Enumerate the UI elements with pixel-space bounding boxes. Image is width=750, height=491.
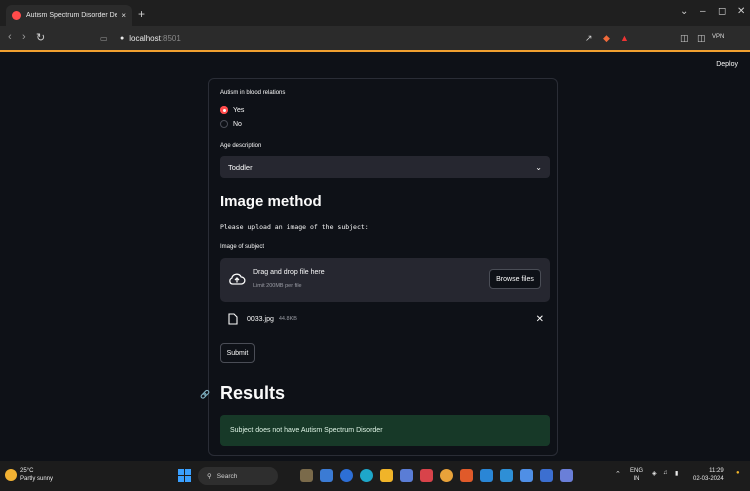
battery-icon[interactable]: ▮ bbox=[675, 470, 678, 477]
file-size: 44.8KB bbox=[278, 316, 297, 322]
bookmark-icon[interactable]: ▭ bbox=[100, 34, 108, 43]
minimize-button[interactable]: – bbox=[700, 6, 706, 17]
chat-icon[interactable] bbox=[340, 469, 353, 482]
temperature: 25°C bbox=[20, 468, 34, 474]
sidebar-icon[interactable]: ◫ bbox=[680, 33, 689, 44]
site-info-icon[interactable]: ● bbox=[120, 35, 124, 42]
weather-text: Partly sunny bbox=[20, 476, 54, 482]
store-icon[interactable] bbox=[400, 469, 413, 482]
uploader-label: Image of subject bbox=[220, 244, 265, 250]
cloud-upload-icon bbox=[229, 273, 246, 285]
uploaded-file-row: 0033.jpg 44.8KB ✕ bbox=[228, 311, 546, 327]
app-icon-4[interactable] bbox=[540, 469, 553, 482]
language-line1: ENG bbox=[630, 468, 644, 474]
file-icon bbox=[228, 313, 238, 325]
tab-close-icon[interactable]: × bbox=[121, 11, 126, 20]
app-page: Deploy Autism in blood relations Yes No … bbox=[0, 53, 750, 461]
url-port: :8501 bbox=[160, 34, 181, 43]
new-tab-button[interactable]: + bbox=[138, 7, 145, 21]
edge-icon[interactable] bbox=[360, 469, 373, 482]
radio-unselected-icon bbox=[220, 120, 228, 128]
radio-selected-icon bbox=[220, 106, 228, 114]
task-view-icon[interactable] bbox=[320, 469, 333, 482]
language-indicator[interactable]: ENG IN bbox=[630, 467, 643, 483]
vscode-icon[interactable] bbox=[480, 469, 493, 482]
radio-yes-label: Yes bbox=[233, 106, 245, 114]
age-select-value: Toddler bbox=[228, 162, 253, 172]
chrome-icon[interactable] bbox=[440, 469, 453, 482]
tray-overflow-icon[interactable]: ⌃ bbox=[615, 470, 621, 478]
app-icon-5[interactable] bbox=[560, 469, 573, 482]
windows-start-icon[interactable] bbox=[178, 469, 191, 482]
wifi-icon[interactable]: ◈ bbox=[652, 470, 657, 477]
copilot-icon[interactable]: ● bbox=[736, 470, 740, 476]
blood-relations-label: Autism in blood relations bbox=[220, 90, 286, 96]
chevron-down-icon: ⌄ bbox=[535, 162, 542, 172]
clock-time: 11:29 bbox=[709, 468, 724, 474]
weather-widget[interactable]: 25°C Partly sunny bbox=[20, 467, 53, 483]
clock-date: 02-03-2024 bbox=[693, 476, 724, 482]
deploy-button[interactable]: Deploy bbox=[716, 61, 738, 68]
age-select[interactable]: Toddler ⌄ bbox=[220, 156, 550, 178]
volume-icon[interactable]: ♫ bbox=[663, 470, 668, 476]
brave-shield-icon[interactable]: ◆ bbox=[603, 33, 610, 44]
image-method-heading: Image method bbox=[220, 193, 322, 210]
url-host: localhost bbox=[129, 34, 161, 43]
app-icon-3[interactable] bbox=[520, 469, 533, 482]
streamlit-favicon-icon bbox=[12, 11, 21, 20]
brave-icon[interactable] bbox=[460, 469, 473, 482]
file-limit-text: Limit 200MB per file bbox=[253, 283, 302, 289]
search-icon: ⚲ bbox=[207, 473, 212, 480]
reload-icon[interactable]: ↻ bbox=[36, 31, 45, 44]
close-window-button[interactable]: ✕ bbox=[737, 6, 745, 17]
forward-icon[interactable]: › bbox=[22, 31, 26, 43]
radio-no-label: No bbox=[233, 120, 242, 128]
url-field[interactable]: ● localhost :8501 bbox=[120, 30, 600, 47]
result-success-alert: Subject does not have Autism Spectrum Di… bbox=[220, 415, 550, 446]
weather-icon[interactable] bbox=[5, 469, 17, 481]
app-icon[interactable] bbox=[420, 469, 433, 482]
search-label: Search bbox=[216, 472, 238, 480]
app-icon-2[interactable] bbox=[500, 469, 513, 482]
remove-file-icon[interactable]: ✕ bbox=[536, 314, 544, 325]
browser-address-bar: ‹ › ↻ ▭ ● localhost :8501 ↗ ◆ ▲ ◫ ◫ VPN bbox=[0, 26, 750, 52]
share-icon[interactable]: ↗ bbox=[585, 33, 593, 44]
browse-files-button[interactable]: Browse files bbox=[489, 269, 541, 289]
wallet-icon[interactable]: ◫ bbox=[697, 33, 706, 44]
browser-tab-strip: Autism Spectrum Disorder Dete × + ⌄ – ◻ … bbox=[0, 0, 750, 26]
back-icon[interactable]: ‹ bbox=[8, 31, 12, 43]
submit-button[interactable]: Submit bbox=[220, 343, 255, 363]
widgets-icon[interactable] bbox=[300, 469, 313, 482]
tab-title: Autism Spectrum Disorder Dete bbox=[26, 12, 118, 19]
language-line2: IN bbox=[633, 476, 640, 482]
radio-yes[interactable]: Yes bbox=[220, 106, 244, 114]
vpn-button[interactable]: VPN bbox=[712, 34, 724, 40]
rewards-icon[interactable]: ▲ bbox=[620, 33, 629, 43]
file-explorer-icon[interactable] bbox=[380, 469, 393, 482]
result-message: Subject does not have Autism Spectrum Di… bbox=[230, 427, 383, 434]
system-clock[interactable]: 11:29 02-03-2024 bbox=[693, 467, 724, 483]
anchor-link-icon[interactable]: 🔗 bbox=[200, 390, 210, 399]
results-heading: Results bbox=[220, 383, 286, 403]
maximize-button[interactable]: ◻ bbox=[718, 6, 726, 17]
age-description-label: Age description bbox=[220, 143, 262, 149]
upload-instruction: Please upload an image of the subject: bbox=[220, 223, 369, 231]
file-dropzone[interactable]: Drag and drop file here Limit 200MB per … bbox=[220, 258, 550, 302]
tab-search-icon[interactable]: ⌄ bbox=[680, 6, 688, 17]
file-name: 0033.jpg bbox=[247, 315, 274, 323]
taskbar-search[interactable]: ⚲ Search bbox=[198, 467, 278, 485]
browser-tab[interactable]: Autism Spectrum Disorder Dete × bbox=[6, 5, 132, 26]
radio-no[interactable]: No bbox=[220, 120, 242, 128]
drop-text: Drag and drop file here bbox=[253, 269, 325, 276]
windows-taskbar: 25°C Partly sunny ⚲ Search ⌃ ENG IN ◈ ♫ … bbox=[0, 461, 750, 491]
